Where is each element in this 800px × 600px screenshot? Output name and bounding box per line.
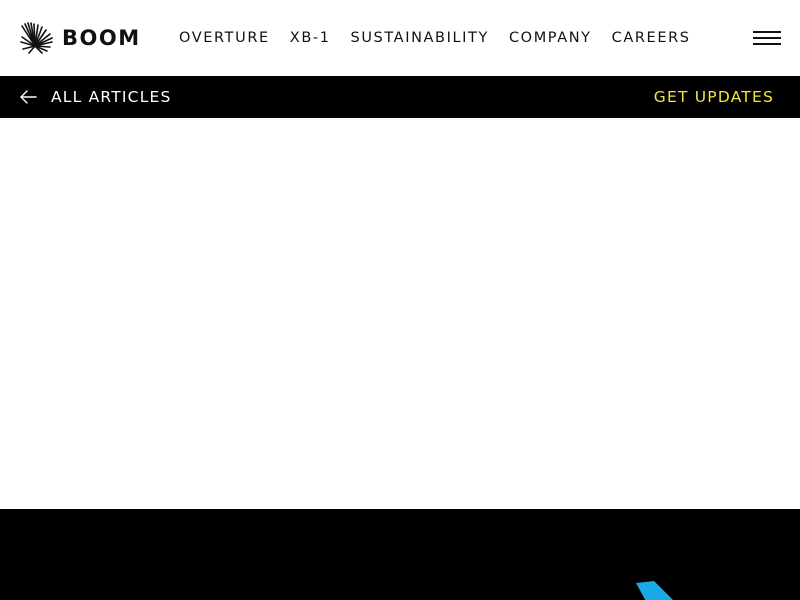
top-navigation: BOOM OVERTURE XB-1 SUSTAINABILITY COMPAN… (0, 0, 800, 76)
nav-item-company[interactable]: COMPANY (509, 30, 592, 46)
brand-name: BOOM (62, 26, 141, 50)
article-subbar: ALL ARTICLES GET UPDATES (0, 76, 800, 118)
article-content-area (0, 118, 800, 509)
arrow-left-icon (20, 90, 37, 104)
aircraft-graphic (636, 581, 673, 600)
boom-starburst-icon (20, 22, 53, 54)
primary-nav: OVERTURE XB-1 SUSTAINABILITY COMPANY CAR… (179, 27, 711, 49)
get-updates-link[interactable]: GET UPDATES (654, 76, 774, 118)
nav-item-careers[interactable]: CAREERS (612, 30, 691, 46)
all-articles-link[interactable]: ALL ARTICLES (19, 76, 172, 118)
footer-hero-band (0, 509, 800, 600)
nav-item-overture[interactable]: OVERTURE (179, 30, 270, 46)
brand-logo-link[interactable]: BOOM (20, 22, 141, 54)
all-articles-label: ALL ARTICLES (51, 88, 172, 106)
hamburger-menu-icon[interactable] (753, 30, 781, 46)
nav-item-xb-1[interactable]: XB-1 (290, 30, 331, 46)
nav-item-sustainability[interactable]: SUSTAINABILITY (351, 30, 489, 46)
